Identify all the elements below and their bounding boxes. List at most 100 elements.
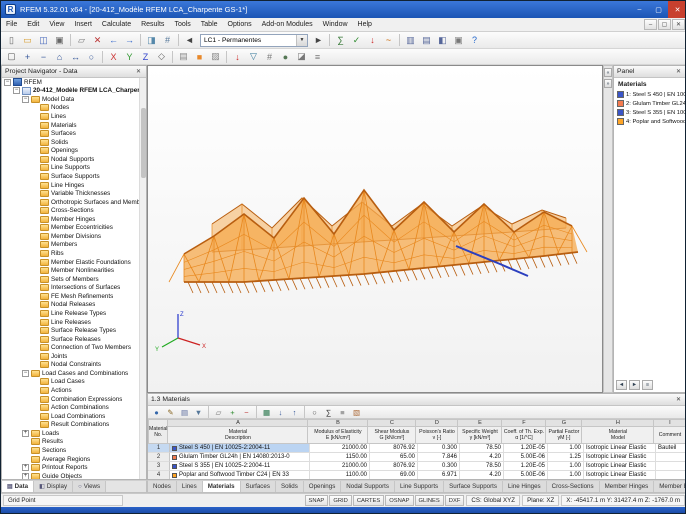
help-icon[interactable]: ? [467,33,482,47]
table-cell[interactable]: 1.00 [548,444,584,453]
table-cell[interactable] [656,453,686,462]
column-header-poisson-s-ratio-d[interactable]: DPoisson's Ratioν [-] [416,419,458,444]
table-import-icon[interactable]: ↓ [274,407,287,418]
tree-item-model-data[interactable]: −Model Data [2,95,139,104]
navigator-tab-views[interactable]: ○Views [73,481,106,492]
tree-expander-icon[interactable]: − [22,370,29,377]
save-icon[interactable]: ◫ [36,33,51,47]
wireframe-display-icon[interactable]: ▤ [176,50,191,64]
status-toggle-dxf[interactable]: DXF [445,495,465,506]
status-toggle-glines[interactable]: GLINES [415,495,444,506]
status-toggle-cartes[interactable]: CARTES [353,495,384,506]
print-icon[interactable]: ▣ [52,33,67,47]
table-delete-row-icon[interactable]: − [240,407,253,418]
table-cell[interactable]: 21000.00 [310,462,370,471]
tree-item-average-regions[interactable]: Average Regions [2,455,139,464]
row-number[interactable]: 1 [148,444,170,453]
tree-item-member-divisions[interactable]: Member Divisions [2,232,139,241]
table-cell[interactable]: 1.00 [548,471,584,480]
calculate-icon[interactable]: ∑ [333,33,348,47]
menu-view[interactable]: View [44,18,69,31]
visibility-icon[interactable]: ● [278,50,293,64]
tree-item-surface-supports[interactable]: Surface Supports [2,172,139,181]
table-cell[interactable]: 8076.92 [370,444,418,453]
supports-display-icon[interactable]: ▽ [246,50,261,64]
numbering-display-icon[interactable]: # [262,50,277,64]
menu-table[interactable]: Table [196,18,223,31]
tree-expander-icon[interactable]: + [22,473,29,479]
isometric-view-icon[interactable]: ◇ [154,50,169,64]
open-file-icon[interactable]: ▭ [20,33,35,47]
new-file-icon[interactable]: ▯ [4,33,19,47]
table-cell[interactable]: Steel S 355 | EN 10025-2:2004-11 [170,462,310,471]
table-cell[interactable]: 4.20 [460,453,504,462]
status-toggle-snap[interactable]: SNAP [305,495,329,506]
tree-item-cross-sections[interactable]: Cross-Sections [2,206,139,215]
mdi-close-button[interactable]: ✕ [672,19,685,30]
check-model-icon[interactable]: ✓ [349,33,364,47]
column-header-shear-modulus-c[interactable]: CShear ModulusG [kN/cm²] [368,419,416,444]
tree-item-nodal-constraints[interactable]: Nodal Constraints [2,361,139,370]
table-cell[interactable] [656,471,686,480]
row-number[interactable]: 2 [148,453,170,462]
table-tab-line-hinges[interactable]: Line Hinges [503,481,547,492]
tree-expander-icon[interactable]: − [22,96,29,103]
tree-item-nodal-supports[interactable]: Nodal Supports [2,155,139,164]
table-cell[interactable]: 78.50 [460,444,504,453]
table-cell[interactable]: 1100.00 [310,471,370,480]
table-sum-icon[interactable]: ∑ [322,407,335,418]
undo-icon[interactable]: ← [106,33,121,47]
minimize-button[interactable]: – [630,1,649,18]
table-cell[interactable]: 1.20E-05 [504,444,548,453]
tree-expander-icon[interactable]: + [22,430,29,437]
viewport-3d[interactable]: ZXY [147,65,603,393]
table-export-icon[interactable]: ↑ [288,407,301,418]
tree-item-load-cases-and-combinations[interactable]: −Load Cases and Combinations [2,369,139,378]
table-tab-solids[interactable]: Solids [276,481,304,492]
show-results-icon[interactable]: ~ [381,33,396,47]
load-case-combobox[interactable]: LC1 - Permanentes ▼ [200,34,308,47]
navigator-toggle-icon[interactable]: ◧ [435,33,450,47]
tree-item-guide-objects[interactable]: +Guide Objects [2,472,139,479]
table-tab-openings[interactable]: Openings [304,481,342,492]
tree-item-loads[interactable]: +Loads [2,429,139,438]
zoom-in-icon[interactable]: + [20,50,35,64]
tree-item-sections[interactable]: Sections [2,446,139,455]
tree-item-surface-releases[interactable]: Surface Releases [2,335,139,344]
table-cell[interactable]: Poplar and Softwood Timber C24 | EN 33 [170,471,310,480]
tree-item-combination-expressions[interactable]: Combination Expressions [2,395,139,404]
tree-item-variable-thicknesses[interactable]: Variable Thicknesses [2,189,139,198]
previous-load-case-icon[interactable]: ◄ [182,33,197,47]
table-cell[interactable]: Bauteil [656,444,686,453]
tree-item-member-nonlinearities[interactable]: Member Nonlinearities [2,266,139,275]
tree-item-lines[interactable]: Lines [2,112,139,121]
table-cell[interactable] [656,462,686,471]
table-cell[interactable]: 0.300 [418,444,460,453]
panel-options-icon[interactable]: ≡ [642,380,653,390]
table-cell[interactable]: 5.00E-06 [504,453,548,462]
column-header-specific-weight-e[interactable]: ESpecific Weightγ [kN/m³] [458,419,502,444]
status-toggle-osnap[interactable]: OSNAP [385,495,413,506]
navigator-tab-display[interactable]: ◧Display [34,481,73,492]
tree-item-printout-reports[interactable]: +Printout Reports [2,463,139,472]
navigator-close-icon[interactable]: ✕ [134,68,143,75]
tree-expander-icon[interactable]: + [22,464,29,471]
panel-prev-icon[interactable]: ◄ [616,380,627,390]
table-tab-nodes[interactable]: Nodes [148,481,177,492]
view-y-icon[interactable]: Y [122,50,137,64]
table-tab-materials[interactable]: Materials [203,481,241,492]
tree-item-result-combinations[interactable]: Result Combinations [2,421,139,430]
close-button[interactable]: ✕ [668,1,686,18]
print-graphic-icon[interactable]: ▣ [451,33,466,47]
table-tab-nodal-supports[interactable]: Nodal Supports [341,481,395,492]
tree-item-surfaces[interactable]: Surfaces [2,129,139,138]
menu-options[interactable]: Options [223,18,257,31]
tree-item-load-cases[interactable]: Load Cases [2,378,139,387]
tree-item-materials[interactable]: Materials [2,121,139,130]
table-cell[interactable]: Glulam Timber GL24h | EN 14080:2013-0 [170,453,310,462]
panel-close-icon[interactable]: ✕ [674,68,683,75]
table-tab-surface-supports[interactable]: Surface Supports [444,481,503,492]
solid-display-icon[interactable]: ■ [192,50,207,64]
tree-item-actions[interactable]: Actions [2,386,139,395]
table-excel-icon[interactable]: ▦ [260,407,273,418]
